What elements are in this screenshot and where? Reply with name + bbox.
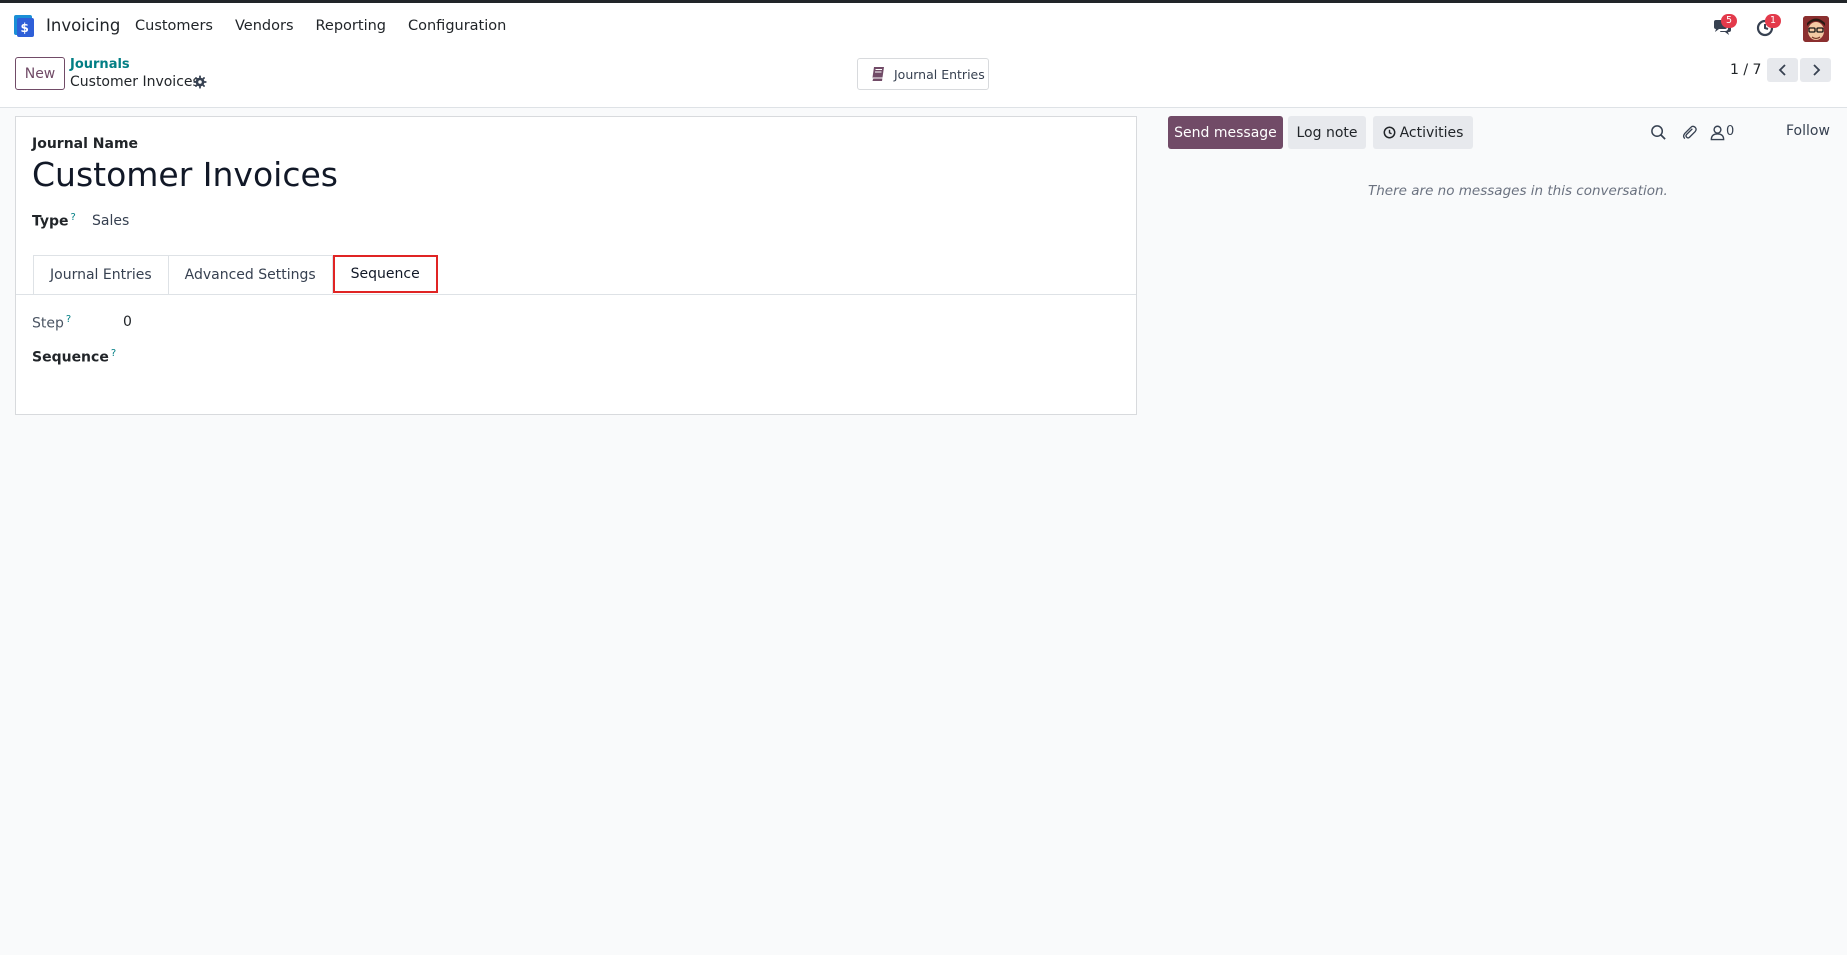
paperclip-icon[interactable]: [1681, 124, 1698, 141]
form-sheet: Journal Name Customer Invoices Type? Sal…: [15, 116, 1137, 415]
journal-name-field[interactable]: Customer Invoices: [32, 155, 338, 194]
user-avatar[interactable]: [1803, 16, 1829, 42]
chevron-left-icon: [1778, 64, 1786, 76]
menu-reporting[interactable]: Reporting: [316, 18, 387, 34]
new-button[interactable]: New: [15, 57, 65, 90]
search-icon[interactable]: [1650, 124, 1667, 141]
tabs-divider: [16, 294, 1136, 295]
sequence-label-text: Sequence: [32, 349, 109, 366]
clock-icon: [1383, 126, 1396, 139]
chevron-right-icon: [1812, 64, 1820, 76]
breadcrumb-journals[interactable]: Journals: [70, 57, 130, 72]
menu-vendors[interactable]: Vendors: [235, 18, 294, 34]
book-icon: [871, 67, 884, 82]
menu-customers[interactable]: Customers: [135, 18, 213, 34]
control-panel: New Journals Customer Invoices Journal E…: [0, 50, 1847, 108]
svg-text:$: $: [21, 21, 29, 35]
step-label-text: Step: [32, 315, 64, 332]
type-label: Type?: [32, 212, 76, 230]
smart-button-label: Journal Entries: [894, 66, 985, 82]
breadcrumb-current: Customer Invoices: [70, 74, 200, 90]
tab-journal-entries[interactable]: Journal Entries: [33, 255, 169, 294]
notebook-tabs: Journal Entries Advanced Settings Sequen…: [33, 255, 438, 294]
activities-button[interactable]: Activities: [1373, 116, 1473, 149]
step-help-tooltip[interactable]: ?: [66, 314, 71, 325]
send-message-button[interactable]: Send message: [1168, 116, 1283, 149]
pager-next-button[interactable]: [1800, 58, 1831, 82]
user-icon[interactable]: [1709, 124, 1726, 141]
step-label: Step?: [32, 314, 71, 332]
log-note-button[interactable]: Log note: [1288, 116, 1366, 149]
activities-badge: 1: [1765, 14, 1781, 28]
avatar-face-icon: [1803, 16, 1829, 42]
journal-entries-smart-button[interactable]: Journal Entries: [857, 58, 989, 90]
top-menu: Customers Vendors Reporting Configuratio…: [135, 18, 528, 34]
main-navbar: $ Invoicing Customers Vendors Reporting …: [0, 3, 1847, 50]
app-name[interactable]: Invoicing: [46, 16, 120, 35]
followers-count[interactable]: 0: [1726, 124, 1734, 139]
pager-previous-button[interactable]: [1767, 58, 1798, 82]
step-field[interactable]: 0: [123, 314, 132, 330]
journal-name-label: Journal Name: [32, 136, 139, 152]
tab-sequence[interactable]: Sequence: [332, 255, 438, 293]
sequence-label: Sequence?: [32, 348, 116, 366]
follow-button[interactable]: Follow: [1786, 123, 1830, 139]
empty-conversation-text: There are no messages in this conversati…: [1368, 183, 1668, 199]
gear-icon[interactable]: [193, 75, 207, 89]
type-label-text: Type: [32, 213, 69, 230]
type-field[interactable]: Sales: [92, 213, 129, 229]
app-logo-icon[interactable]: $: [14, 15, 34, 37]
type-help-tooltip[interactable]: ?: [71, 212, 76, 223]
menu-configuration[interactable]: Configuration: [408, 18, 506, 34]
pager-value[interactable]: 1 / 7: [1730, 62, 1761, 78]
tab-advanced-settings[interactable]: Advanced Settings: [168, 255, 333, 294]
messages-badge: 5: [1721, 14, 1737, 28]
activities-label: Activities: [1399, 124, 1464, 141]
sequence-help-tooltip[interactable]: ?: [111, 348, 116, 359]
